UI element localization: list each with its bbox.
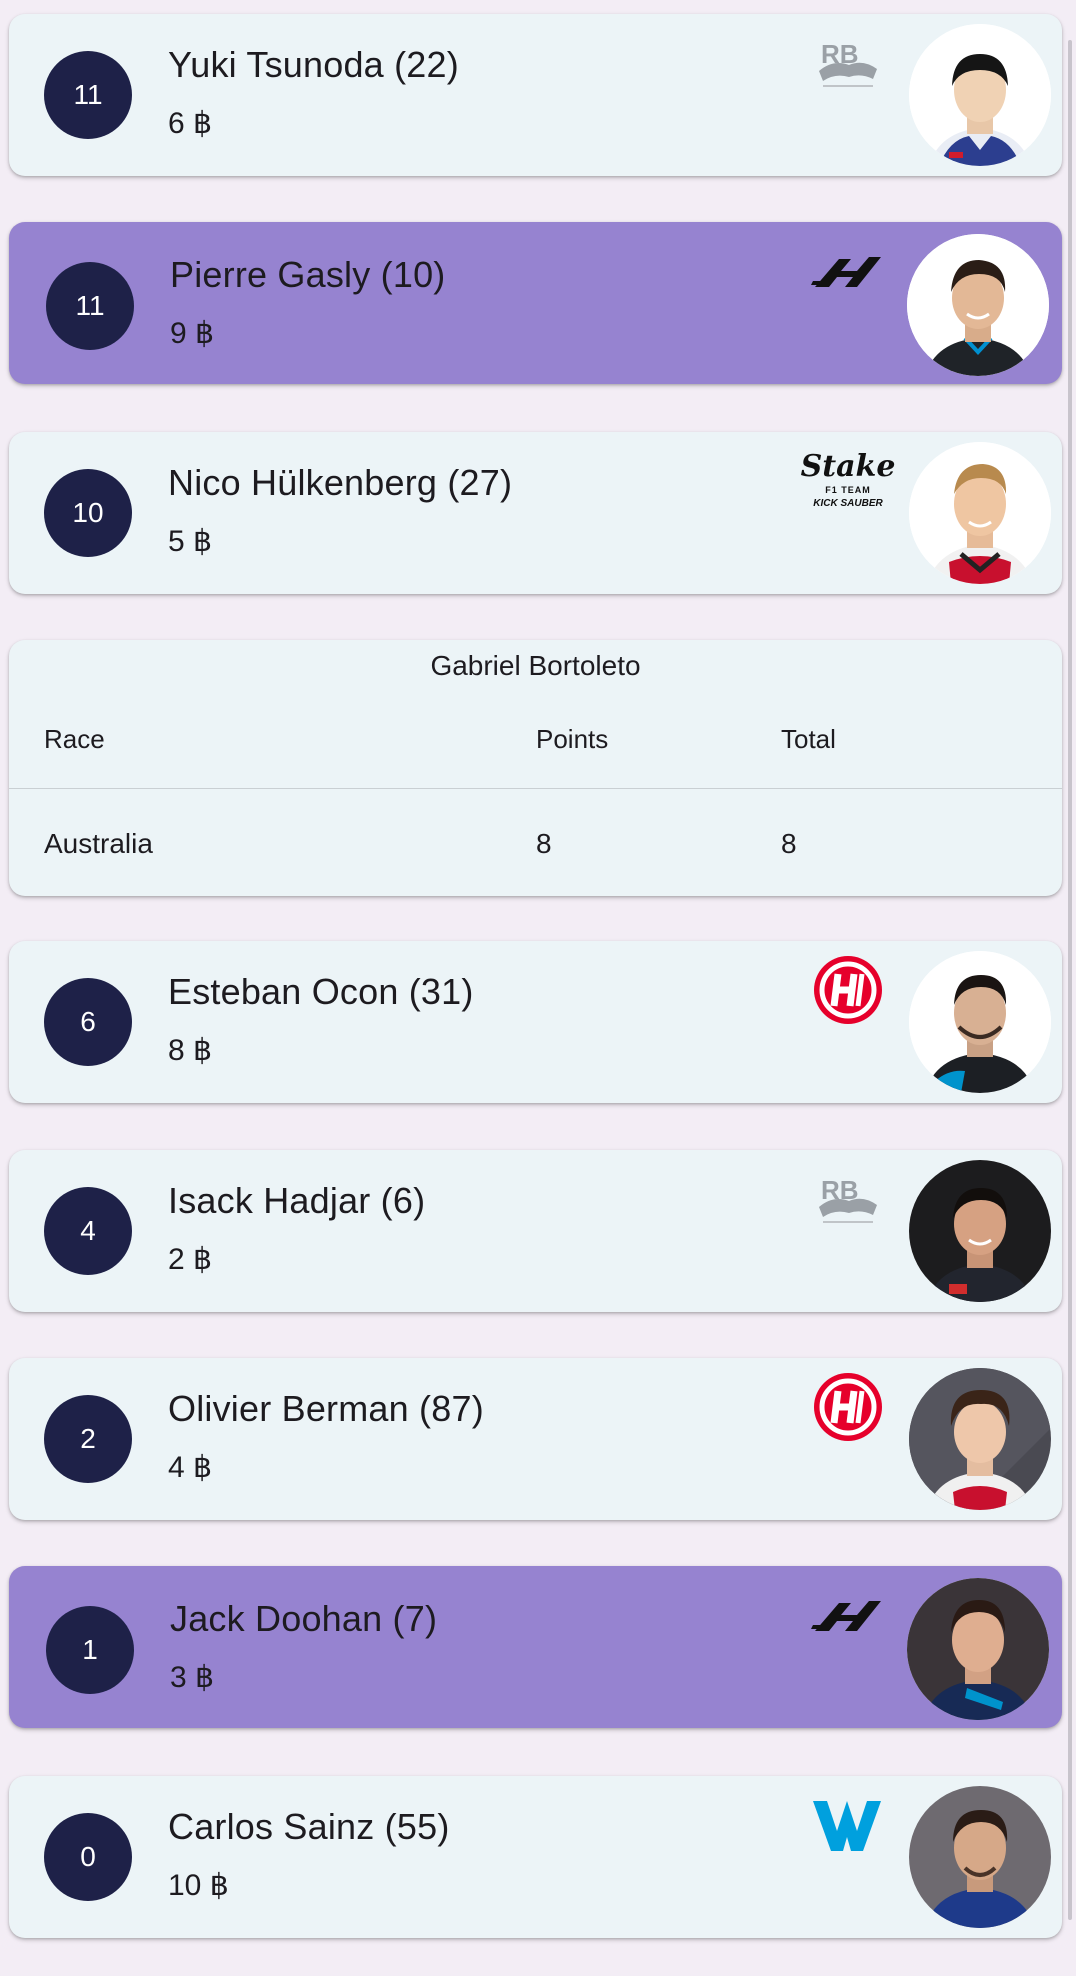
driver-card-carlos-sainz[interactable]: 0 Carlos Sainz (55) 10 ฿: [9, 1776, 1062, 1938]
driver-card-jack-doohan[interactable]: 1 Jack Doohan (7) 3 ฿: [9, 1566, 1062, 1728]
driver-results-table: Gabriel Bortoleto Race Points Total Aust…: [9, 640, 1062, 896]
position-badge: 6: [44, 978, 132, 1066]
detail-title: Gabriel Bortoleto: [430, 650, 641, 681]
driver-name: Olivier Berman (87): [168, 1388, 484, 1429]
haas-logo-icon: [809, 1373, 887, 1441]
driver-name: Pierre Gasly (10): [170, 254, 446, 295]
scrollbar[interactable]: [1068, 40, 1072, 1920]
column-header-total: Total: [781, 724, 836, 754]
driver-price: 9 ฿: [170, 317, 215, 350]
driver-card-olivier-berman[interactable]: 2 Olivier Berman (87) 4 ฿: [9, 1358, 1062, 1520]
position-badge: 1: [46, 1606, 134, 1694]
column-header-race: Race: [44, 724, 105, 754]
driver-name: Jack Doohan (7): [170, 1598, 438, 1639]
driver-photo: [907, 234, 1049, 376]
driver-card-nico-hulkenberg[interactable]: 10 Nico Hülkenberg (27) 5 ฿ Stake F1 TEA…: [9, 432, 1062, 594]
column-header-points: Points: [536, 724, 609, 754]
position-badge: 2: [44, 1395, 132, 1483]
driver-photo: [909, 1160, 1051, 1302]
driver-price: 6 ฿: [168, 107, 213, 140]
driver-photo: [909, 951, 1051, 1093]
williams-logo-icon: [809, 1792, 887, 1858]
table-divider: [9, 788, 1062, 789]
cell-race: Australia: [44, 828, 153, 859]
position-badge: 10: [44, 469, 132, 557]
driver-price: 3 ฿: [170, 1661, 215, 1694]
racing-bulls-logo-icon: RB: [809, 1166, 887, 1232]
stake-sauber-logo-icon: Stake F1 TEAM KICK SAUBER: [800, 449, 896, 510]
cell-total: 8: [781, 828, 797, 859]
driver-card-esteban-ocon[interactable]: 6 Esteban Ocon (31) 8 ฿: [9, 941, 1062, 1103]
driver-name: Esteban Ocon (31): [168, 971, 474, 1012]
driver-name: Nico Hülkenberg (27): [168, 462, 513, 503]
driver-name: Carlos Sainz (55): [168, 1806, 450, 1847]
driver-photo: [909, 24, 1051, 166]
cell-points: 8: [536, 828, 552, 859]
driver-name: Isack Hadjar (6): [168, 1180, 426, 1221]
position-badge: 4: [44, 1187, 132, 1275]
driver-card-pierre-gasly[interactable]: 11 Pierre Gasly (10) 9 ฿: [9, 222, 1062, 384]
driver-price: 8 ฿: [168, 1034, 213, 1067]
driver-price: 10 ฿: [168, 1869, 229, 1902]
driver-price: 4 ฿: [168, 1451, 213, 1484]
position-badge: 11: [46, 262, 134, 350]
alpine-logo-icon: [809, 238, 887, 304]
driver-photo: [909, 442, 1051, 584]
racing-bulls-logo-icon: RB: [809, 30, 887, 96]
haas-logo-icon: [809, 956, 887, 1024]
alpine-logo-icon: [809, 1582, 887, 1648]
position-badge: 11: [44, 51, 132, 139]
driver-price: 5 ฿: [168, 525, 213, 558]
driver-card-yuki-tsunoda[interactable]: 11 Yuki Tsunoda (22) 6 ฿ RB: [9, 14, 1062, 176]
driver-name: Yuki Tsunoda (22): [168, 44, 459, 85]
driver-photo: [909, 1786, 1051, 1928]
driver-photo: [907, 1578, 1049, 1720]
driver-price: 2 ฿: [168, 1243, 213, 1276]
driver-card-isack-hadjar[interactable]: 4 Isack Hadjar (6) 2 ฿ RB: [9, 1150, 1062, 1312]
driver-photo: [909, 1368, 1051, 1510]
position-badge: 0: [44, 1813, 132, 1901]
